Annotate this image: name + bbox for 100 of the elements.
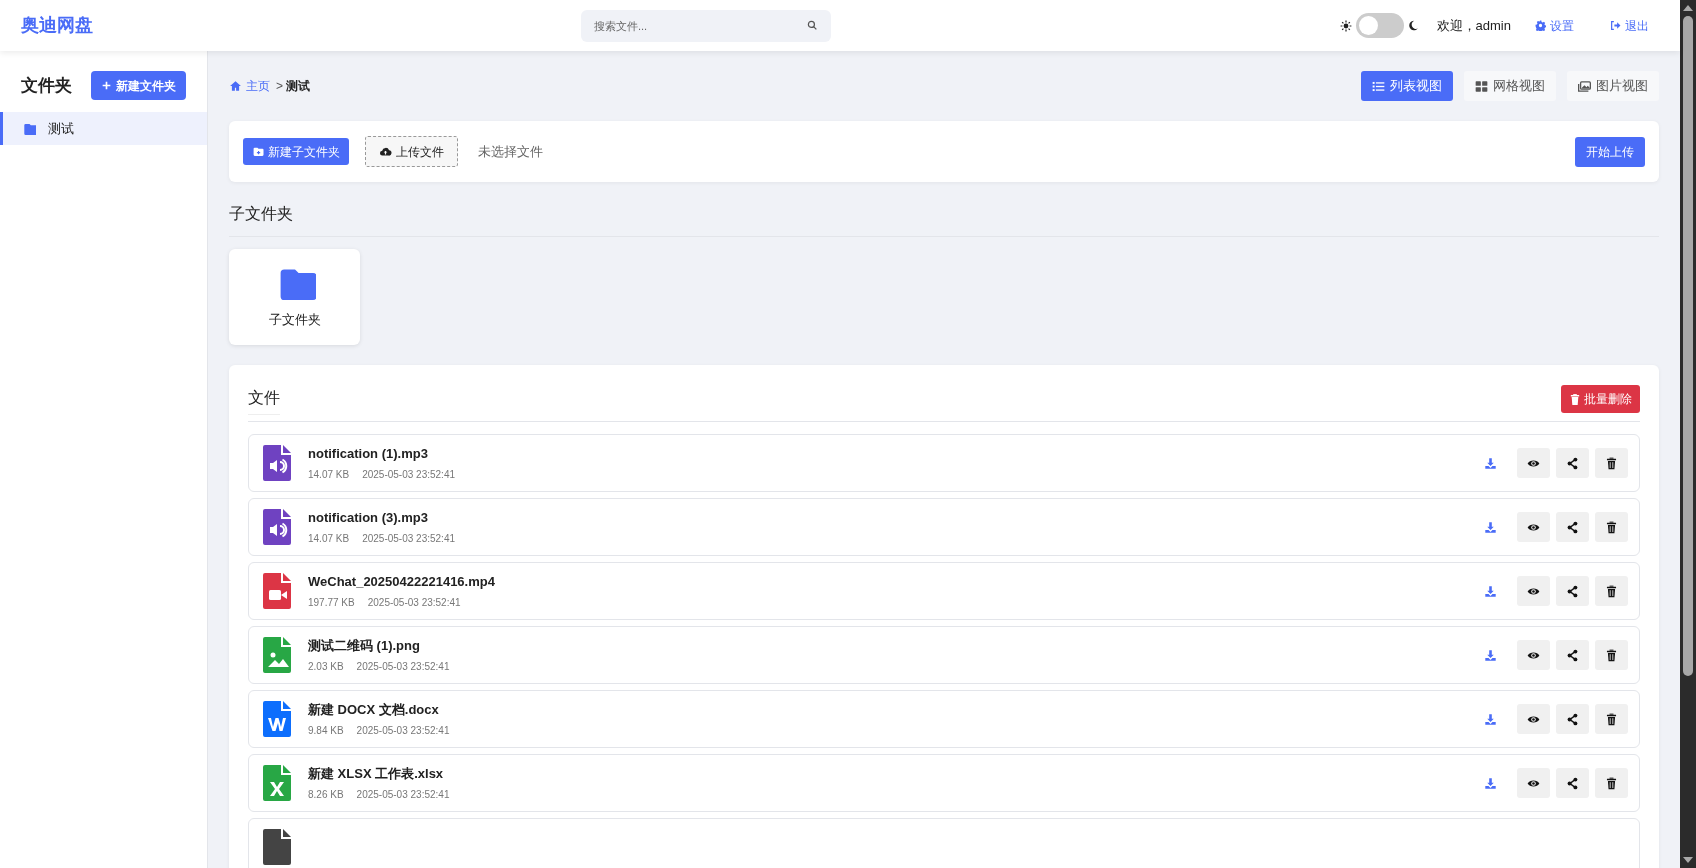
search-field[interactable]: 搜索文件...: [581, 9, 831, 42]
new-folder-button[interactable]: 新建文件夹: [91, 71, 186, 100]
download-icon: [1483, 584, 1497, 598]
file-name: 新建 XLSX 工作表.xlsx: [308, 764, 445, 783]
settings-link[interactable]: 设置: [1535, 16, 1574, 35]
video-file-icon: [263, 573, 291, 609]
file-name: WeChat_20250422221416.mp4: [308, 572, 495, 591]
logout-icon: [1610, 20, 1621, 31]
file-date: 2025-05-03 23:52:41: [362, 532, 455, 547]
file-size: 14.07 KB: [308, 468, 350, 483]
file-size: 8.26 KB: [308, 788, 344, 803]
gear-icon: [1535, 20, 1546, 31]
trash-icon: [1605, 584, 1618, 598]
share-icon: [1566, 456, 1579, 470]
share-icon: [1566, 584, 1579, 598]
sidebar-title: 文件夹: [21, 74, 72, 97]
new-subfolder-button[interactable]: 新建子文件夹: [243, 138, 349, 165]
trash-icon: [1605, 456, 1618, 470]
trash-icon: [1605, 776, 1618, 790]
share-icon: [1566, 520, 1579, 534]
list-icon: [1372, 79, 1385, 93]
trash-icon: [1605, 648, 1618, 662]
delete-button[interactable]: [1595, 512, 1628, 542]
delete-button[interactable]: [1595, 704, 1628, 734]
cloud-upload-icon: [379, 145, 392, 158]
image-icon: [1578, 79, 1591, 93]
file-date: 2025-05-03 23:52:41: [367, 596, 461, 611]
file-status-text: 未选择文件: [478, 142, 543, 161]
excel-file-icon: [263, 765, 291, 801]
folder-icon: [23, 122, 36, 135]
file-date: 2025-05-03 23:52:41: [356, 724, 450, 739]
moon-icon: [1406, 19, 1419, 32]
theme-toggle[interactable]: [1355, 13, 1404, 38]
sun-icon: [1339, 19, 1352, 32]
preview-button[interactable]: [1517, 704, 1550, 734]
download-icon: [1483, 648, 1497, 662]
breadcrumb-current: 测试: [286, 78, 310, 95]
file-name: 测试二维码 (1).png: [308, 636, 421, 655]
breadcrumb-separator: >: [276, 78, 283, 95]
scrollbar-thumb[interactable]: [1683, 16, 1693, 676]
start-upload-button[interactable]: 开始上传: [1575, 136, 1645, 167]
preview-button[interactable]: [1517, 512, 1550, 542]
file-name: 新建 DOCX 文档.docx: [308, 700, 440, 719]
share-button[interactable]: [1556, 512, 1589, 542]
grid-icon: [1475, 79, 1488, 93]
download-icon: [1483, 520, 1497, 534]
file-size: 2.03 KB: [308, 660, 344, 675]
image-file-icon: [263, 637, 291, 673]
scroll-down-icon[interactable]: [1683, 856, 1693, 864]
file-date: 2025-05-03 23:52:41: [356, 788, 450, 803]
share-button[interactable]: [1556, 576, 1589, 606]
share-button[interactable]: [1556, 640, 1589, 670]
other-file-icon: [263, 829, 291, 865]
preview-button[interactable]: [1517, 576, 1550, 606]
share-button[interactable]: [1556, 768, 1589, 798]
welcome-text: 欢迎，admin: [1436, 16, 1511, 35]
search-icon: [807, 19, 818, 31]
delete-button[interactable]: [1595, 768, 1628, 798]
view-tab[interactable]: 网格视图: [1464, 71, 1556, 101]
trash-icon: [1569, 392, 1581, 406]
scrollbar[interactable]: [1680, 0, 1696, 868]
upload-file-button[interactable]: 上传文件: [365, 136, 458, 167]
file-date: 2025-05-03 23:52:41: [362, 468, 455, 483]
download-icon: [1483, 776, 1497, 790]
file-name: notification (3).mp3: [308, 508, 429, 527]
download-icon: [1483, 456, 1497, 470]
delete-button[interactable]: [1595, 640, 1628, 670]
file-date: 2025-05-03 23:52:41: [356, 660, 450, 675]
trash-icon: [1605, 712, 1618, 726]
preview-button[interactable]: [1517, 448, 1550, 478]
logo: 奥迪网盘: [21, 14, 94, 37]
preview-button[interactable]: [1517, 640, 1550, 670]
audio-file-icon: [263, 445, 291, 481]
trash-icon: [1605, 520, 1618, 534]
delete-button[interactable]: [1595, 448, 1628, 478]
view-tab[interactable]: 列表视图: [1361, 71, 1453, 101]
folder-plus-icon: [252, 146, 264, 157]
delete-button[interactable]: [1595, 576, 1628, 606]
word-file-icon: [263, 701, 291, 737]
view-tab[interactable]: 图片视图: [1567, 71, 1659, 101]
file-size: 14.07 KB: [308, 532, 350, 547]
share-icon: [1566, 712, 1579, 726]
scroll-up-icon[interactable]: [1683, 4, 1693, 12]
subfolder-card[interactable]: 子文件夹: [229, 249, 360, 345]
logout-link[interactable]: 退出: [1610, 16, 1649, 35]
audio-file-icon: [263, 509, 291, 545]
share-icon: [1566, 648, 1579, 662]
share-button[interactable]: [1556, 704, 1589, 734]
file-size: 9.84 KB: [308, 724, 344, 739]
preview-button[interactable]: [1517, 768, 1550, 798]
breadcrumb-home-link[interactable]: 主页: [229, 77, 270, 95]
folder-name: 子文件夹: [268, 311, 321, 330]
batch-delete-button[interactable]: 批量删除: [1561, 385, 1640, 413]
section-title: 子文件夹: [229, 202, 1659, 237]
share-button[interactable]: [1556, 448, 1589, 478]
home-icon: [229, 80, 242, 92]
download-icon: [1483, 712, 1497, 726]
share-icon: [1566, 776, 1579, 790]
sidebar-folder-item[interactable]: 测试: [0, 112, 207, 145]
file-name: notification (1).mp3: [308, 444, 429, 463]
